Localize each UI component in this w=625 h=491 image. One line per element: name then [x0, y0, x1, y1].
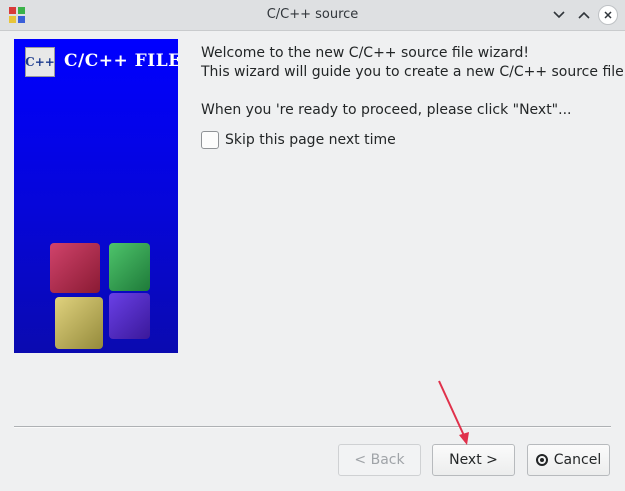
- close-button[interactable]: [597, 4, 619, 26]
- cancel-button[interactable]: Cancel: [527, 444, 610, 476]
- skip-page-checkbox[interactable]: [201, 131, 219, 149]
- logo-cube-purple: [109, 293, 150, 339]
- skip-page-checkbox-row[interactable]: Skip this page next time: [201, 131, 396, 149]
- next-button[interactable]: Next >: [432, 444, 515, 476]
- chevron-down-icon: [553, 11, 565, 19]
- skip-page-label[interactable]: Skip this page next time: [225, 132, 396, 148]
- back-button[interactable]: < Back: [338, 444, 421, 476]
- welcome-text: Welcome to the new C/C++ source file wiz…: [201, 44, 625, 120]
- banner-title: C/C++ FILE: [64, 51, 178, 71]
- separator: [14, 426, 611, 428]
- wizard-banner: C++ C/C++ FILE: [14, 39, 178, 353]
- proceed-line: When you 're ready to proceed, please cl…: [201, 102, 572, 118]
- cancel-circle-icon: [535, 454, 548, 466]
- title-bar: C/C++ source: [0, 0, 625, 31]
- cpp-file-icon: C++: [25, 47, 55, 77]
- arrow-icon: [438, 380, 469, 445]
- welcome-line: Welcome to the new C/C++ source file wiz…: [201, 45, 529, 61]
- cancel-label: Cancel: [553, 452, 602, 468]
- chevron-up-icon: [578, 11, 590, 19]
- window-title: C/C++ source: [266, 7, 359, 22]
- maximize-button[interactable]: [573, 4, 595, 26]
- logo-cube-red: [50, 243, 100, 293]
- close-icon: [604, 11, 612, 19]
- guide-line: This wizard will guide you to create a n…: [201, 64, 625, 80]
- minimize-button[interactable]: [548, 4, 570, 26]
- logo-cube-yellow: [55, 297, 103, 349]
- logo-cube-green: [109, 243, 150, 291]
